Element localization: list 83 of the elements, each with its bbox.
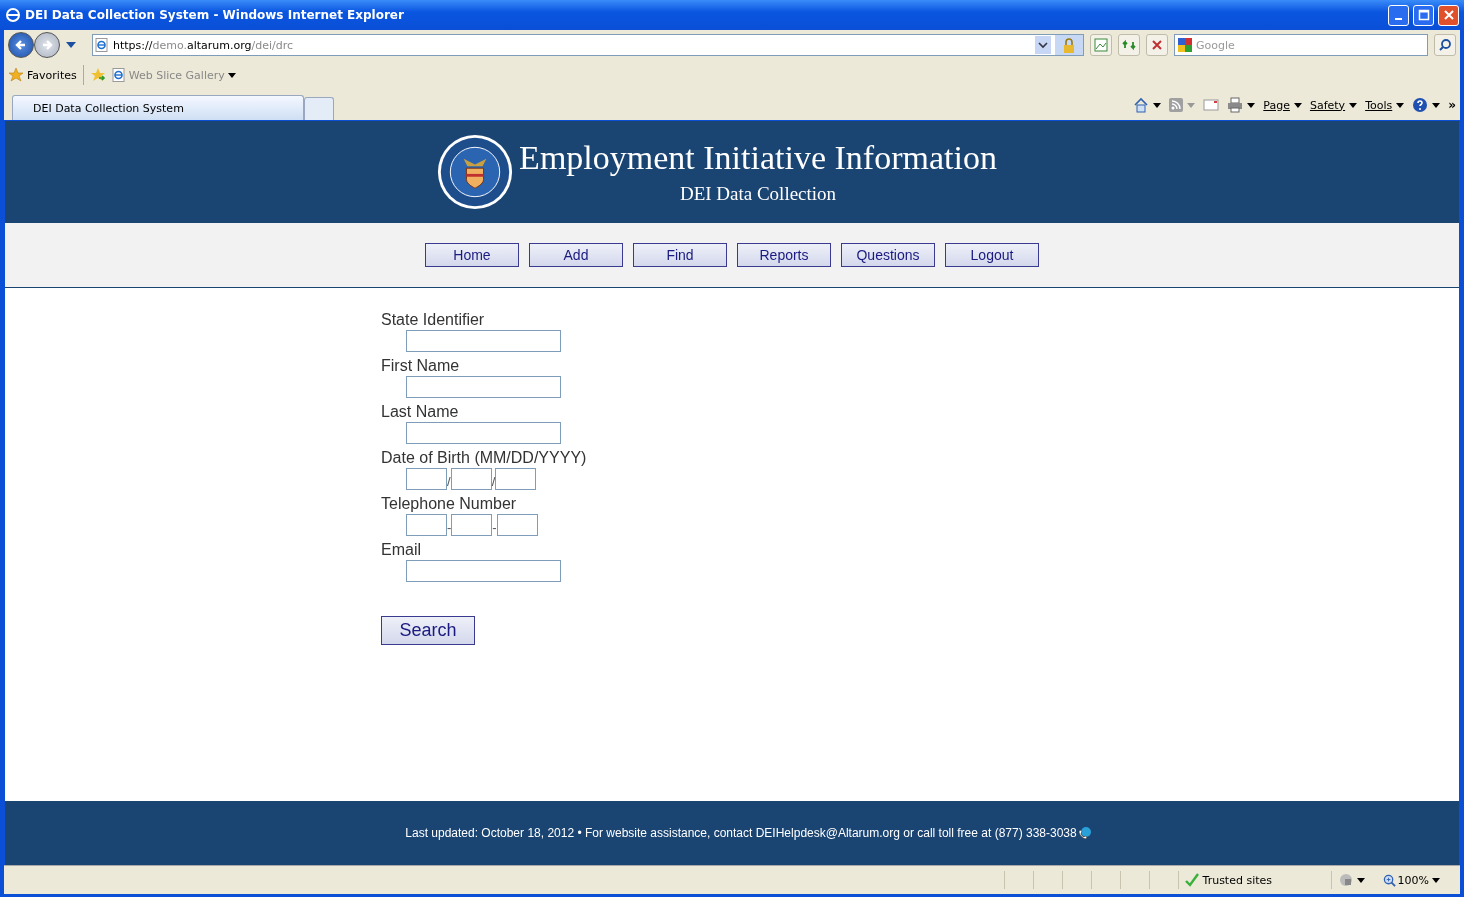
- zoom-level[interactable]: 100%: [1397, 873, 1429, 887]
- toolbar-overflow-button[interactable]: »: [1448, 98, 1456, 112]
- caret-icon[interactable]: [227, 72, 236, 78]
- chevron-icon[interactable]: [1035, 36, 1051, 54]
- caret-icon[interactable]: [1356, 877, 1365, 883]
- minimize-icon: [1395, 18, 1402, 20]
- input-field[interactable]: [450, 468, 492, 490]
- field-label: First Name: [381, 356, 460, 376]
- input-field[interactable]: [451, 514, 493, 536]
- nav-button[interactable]: Add: [529, 243, 623, 267]
- mail-icon[interactable]: [1203, 99, 1220, 111]
- search-icon: [1438, 38, 1452, 52]
- page-icon: [111, 68, 126, 82]
- security-zone: Trusted sites: [1202, 873, 1273, 887]
- field-label: State Identifier: [381, 310, 485, 330]
- maximize-icon: [1417, 9, 1430, 21]
- refresh-button[interactable]: [1118, 34, 1140, 56]
- input-field[interactable]: [406, 376, 561, 398]
- nav-button[interactable]: Find: [633, 243, 727, 267]
- search-provider-icon: [1178, 38, 1192, 52]
- footer-text: Last updated: October 18, 2012 • For website assistance, contact DEIHelpdesk@Altarum.org or call toll free at (877) 338-3038: [405, 826, 1077, 840]
- input-field[interactable]: [495, 468, 537, 490]
- forward-button[interactable]: [34, 32, 60, 58]
- site-subtitle: DEI Data Collection: [679, 183, 837, 205]
- caret-icon[interactable]: [66, 42, 76, 48]
- feeds-icon[interactable]: [1169, 98, 1184, 112]
- site-title: Employment Initiative Information: [519, 139, 997, 177]
- command-menu[interactable]: Page: [1263, 98, 1290, 112]
- refresh-icon: [1122, 38, 1136, 52]
- home-icon[interactable]: [1133, 97, 1150, 113]
- printer-icon[interactable]: [1227, 97, 1244, 113]
- nav-button[interactable]: Reports: [737, 243, 831, 267]
- stop-button[interactable]: [1146, 34, 1168, 56]
- minimize-button[interactable]: [1388, 4, 1409, 26]
- search-button[interactable]: Search: [381, 616, 475, 645]
- search-button[interactable]: [1434, 34, 1456, 56]
- close-icon: [1150, 38, 1164, 52]
- field-separator: /: [447, 474, 451, 490]
- input-field[interactable]: [406, 560, 561, 582]
- window-title: DEI Data Collection System - Windows Internet Explorer: [25, 8, 404, 22]
- command-menu[interactable]: Safety: [1309, 98, 1346, 112]
- caret-icon[interactable]: [1247, 102, 1256, 108]
- caret-icon[interactable]: [1349, 102, 1358, 108]
- phone-icon: [1076, 826, 1091, 840]
- department-seal-icon: [437, 134, 514, 210]
- field-label: Last Name: [381, 402, 459, 422]
- input-field[interactable]: [406, 330, 561, 352]
- browser-tab[interactable]: DEI Data Collection System: [12, 95, 304, 120]
- star-icon[interactable]: [8, 67, 24, 83]
- caret-icon[interactable]: [1396, 102, 1405, 108]
- caret-icon[interactable]: [1293, 102, 1302, 108]
- nav-button[interactable]: Logout: [945, 243, 1039, 267]
- favorites-button[interactable]: Favorites: [27, 68, 77, 82]
- caret-icon[interactable]: [1432, 102, 1441, 108]
- maximize-button[interactable]: [1413, 4, 1434, 26]
- url-text: https://demo.altarum.org/dei/drc: [113, 38, 294, 52]
- browser-logo-icon: [5, 7, 21, 23]
- close-button[interactable]: [1438, 4, 1459, 26]
- zoom-icon[interactable]: [1382, 873, 1396, 887]
- field-separator: /: [491, 474, 496, 490]
- command-menu[interactable]: Tools: [1365, 98, 1393, 112]
- field-separator: -: [492, 520, 497, 536]
- input-field[interactable]: [406, 468, 447, 490]
- nav-button[interactable]: Questions: [841, 243, 935, 267]
- field-separator: -: [447, 520, 452, 536]
- checkmark-icon: [1184, 873, 1199, 887]
- field-label: Date of Birth (MM/DD/YYYY): [381, 448, 587, 468]
- input-field[interactable]: [496, 514, 538, 536]
- page-icon: [95, 38, 109, 52]
- field-label: Telephone Number: [381, 494, 517, 514]
- help-icon[interactable]: [1412, 97, 1429, 113]
- input-field[interactable]: [406, 422, 561, 444]
- field-label: Email: [381, 540, 421, 560]
- close-icon: [1442, 9, 1455, 21]
- address-field[interactable]: https://demo.altarum.org/dei/drc: [92, 34, 1084, 56]
- back-button[interactable]: [8, 32, 34, 58]
- add-favorite-icon[interactable]: [89, 67, 106, 83]
- nav-button[interactable]: Home: [425, 243, 519, 267]
- caret-icon[interactable]: [1153, 102, 1162, 108]
- input-field[interactable]: [406, 514, 447, 536]
- search-field[interactable]: Google: [1174, 34, 1428, 56]
- caret-icon[interactable]: [1432, 877, 1440, 883]
- compatibility-view-button[interactable]: [1090, 34, 1112, 56]
